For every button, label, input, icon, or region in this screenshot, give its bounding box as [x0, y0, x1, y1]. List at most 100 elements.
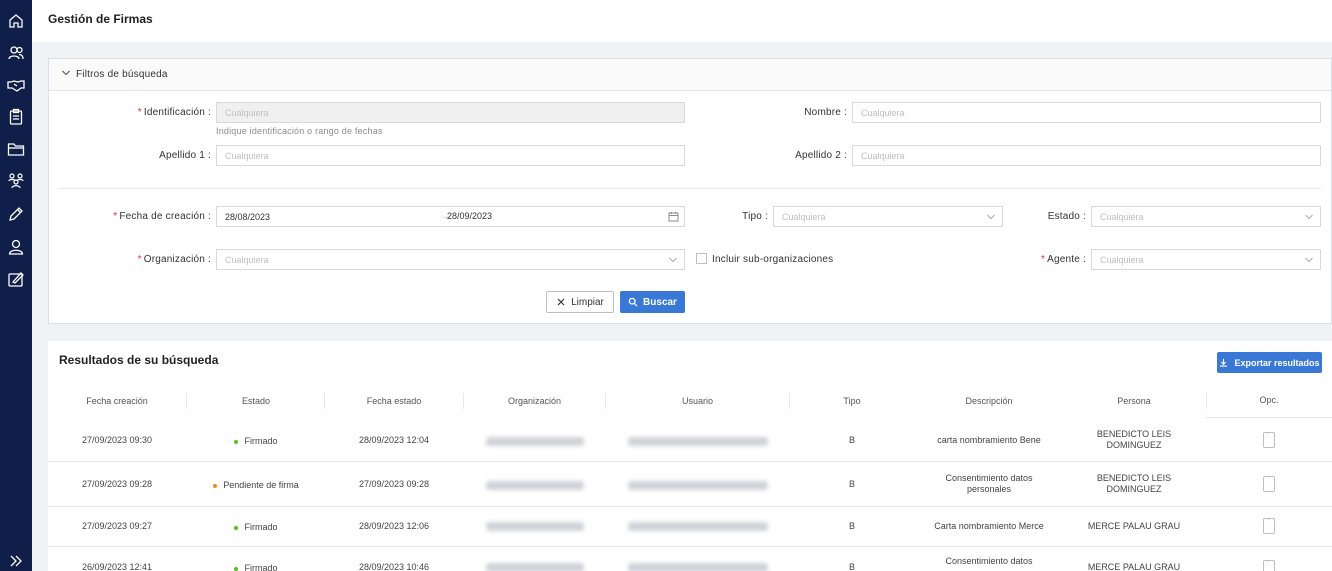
apellido2-label: Apellido 2 :	[795, 150, 847, 161]
agente-label: * Agente :	[1041, 254, 1086, 265]
signature-icon[interactable]	[6, 269, 26, 289]
handshake-icon[interactable]	[6, 75, 26, 95]
fecha-creacion-label: * Fecha de creación :	[113, 211, 211, 222]
user-icon[interactable]	[6, 237, 26, 257]
column-header-usuario[interactable]: Usuario	[615, 396, 780, 406]
cell-tipo: B	[848, 562, 855, 571]
download-icon	[1220, 358, 1228, 367]
column-separator	[789, 393, 790, 409]
search-icon	[628, 297, 638, 307]
filters-panel: Filtros de búsqueda * Identificación : Cu…	[48, 58, 1332, 324]
cell-fecha-estado: 28/09/2023 12:04	[358, 435, 430, 445]
agente-select[interactable]: Cualquiera	[1091, 249, 1321, 270]
redacted-organizacion	[486, 522, 584, 531]
status-dot	[234, 525, 239, 530]
redacted-organizacion	[486, 437, 584, 446]
redacted-organizacion	[486, 481, 584, 490]
export-button[interactable]: Exportar resultados	[1217, 352, 1322, 373]
nombre-input[interactable]: Cualquiera	[852, 102, 1321, 123]
cell-tipo: B	[848, 521, 855, 531]
apellido2-input[interactable]: Cualquiera	[852, 145, 1321, 166]
cell-descripcion: Consentimiento datos	[945, 556, 1033, 566]
status-dot	[234, 566, 239, 571]
estado-label: Estado :	[1047, 211, 1086, 222]
organizacion-label: * Organización :	[137, 254, 211, 265]
sub-organizaciones-checkbox[interactable]	[696, 253, 707, 264]
cell-fecha-estado: 27/09/2023 09:28	[358, 479, 430, 489]
search-button[interactable]: Buscar	[620, 291, 685, 313]
cell-tipo: B	[848, 479, 855, 489]
chevron-down-icon	[1305, 257, 1313, 263]
row-options-button[interactable]: ˙	[1263, 518, 1275, 534]
chevron-down-icon	[669, 257, 677, 263]
filters-header[interactable]: Filtros de búsqueda	[49, 59, 1331, 91]
table-row[interactable]: 27/09/2023 09:30 Firmado 28/09/2023 12:0…	[48, 418, 1332, 462]
chevron-down-icon	[987, 214, 995, 220]
chevron-down-icon	[62, 70, 70, 76]
identificacion-input[interactable]: Cualquiera	[216, 102, 685, 123]
team-icon[interactable]	[6, 171, 26, 191]
cell-fecha-creacion: 26/09/2023 12:41	[81, 562, 153, 571]
pen-icon[interactable]	[6, 204, 26, 224]
redacted-usuario	[628, 437, 768, 446]
sub-organizaciones-label[interactable]: Incluir sub-organizaciones	[712, 254, 833, 265]
fecha-desde[interactable]: 28/08/2023	[225, 212, 270, 222]
row-options-button[interactable]: ˙	[1263, 560, 1275, 571]
nombre-label: Nombre :	[804, 107, 847, 118]
column-header-fecha-creacion[interactable]: Fecha creación	[58, 396, 176, 406]
cell-persona: MERCE PALAU GRAU	[1087, 562, 1181, 571]
column-header-descripcion[interactable]: Descripción	[914, 396, 1064, 406]
redacted-usuario	[628, 563, 768, 571]
table-row[interactable]: 27/09/2023 09:27 Firmado 28/09/2023 12:0…	[48, 507, 1332, 547]
cell-persona: MERCE PALAU GRAU	[1087, 521, 1181, 531]
cell-persona: BENEDICTO LEIS DOMINGUEZ	[1096, 429, 1172, 450]
sidebar	[0, 0, 32, 571]
results-panel: Resultados de su búsqueda Exportar resul…	[48, 341, 1332, 571]
page-title: Gestión de Firmas	[48, 12, 153, 26]
cell-estado: Firmado	[196, 436, 316, 447]
column-separator	[605, 393, 606, 409]
home-icon[interactable]	[6, 11, 26, 31]
apellido1-input[interactable]: Cualquiera	[216, 145, 685, 166]
status-dot	[213, 483, 218, 488]
column-header-persona[interactable]: Persona	[1074, 396, 1194, 406]
cell-fecha-creacion: 27/09/2023 09:30	[81, 435, 153, 445]
fecha-hasta[interactable]: 28/09/2023	[447, 207, 567, 226]
column-header-fecha-estado[interactable]: Fecha estado	[334, 396, 454, 406]
filters-title: Filtros de búsqueda	[76, 69, 168, 80]
column-header-estado[interactable]: Estado	[196, 396, 316, 406]
redacted-usuario	[628, 481, 768, 490]
table-row[interactable]: 27/09/2023 09:28 Pendiente de firma 27/0…	[48, 462, 1332, 507]
tipo-select[interactable]: Cualquiera	[773, 206, 1003, 227]
clear-button[interactable]: Limpiar	[546, 291, 614, 313]
organizacion-select[interactable]: Cualquiera	[216, 249, 685, 270]
double-chevron-right-icon[interactable]	[6, 551, 26, 571]
tipo-label: Tipo :	[742, 211, 768, 222]
column-header-opciones: Opc.	[1259, 395, 1279, 405]
cell-fecha-creacion: 27/09/2023 09:28	[81, 479, 153, 489]
calendar-icon[interactable]	[668, 211, 679, 222]
cell-fecha-estado: 28/09/2023 10:46	[358, 562, 430, 571]
estado-select[interactable]: Cualquiera	[1091, 206, 1321, 227]
cell-estado: Pendiente de firma	[196, 480, 316, 491]
row-options-button[interactable]: ˙	[1263, 432, 1275, 448]
cell-estado: Firmado	[196, 563, 316, 571]
users-icon[interactable]	[6, 43, 26, 63]
chevron-down-icon	[1305, 214, 1313, 220]
cell-tipo: B	[848, 435, 855, 445]
cell-persona: BENEDICTO LEIS DOMINGUEZ	[1096, 473, 1172, 494]
column-separator	[463, 393, 464, 409]
row-options-button[interactable]: ˙	[1263, 476, 1275, 492]
redacted-organizacion	[486, 563, 584, 571]
cell-fecha-creacion: 27/09/2023 09:27	[81, 521, 153, 531]
column-header-tipo[interactable]: Tipo	[799, 396, 905, 406]
cell-descripcion: Carta nombramiento Merce	[934, 521, 1044, 531]
results-title: Resultados de su búsqueda	[59, 353, 219, 367]
column-separator	[324, 393, 325, 409]
column-separator	[1206, 393, 1207, 409]
column-header-organizacion[interactable]: Organización	[473, 396, 596, 406]
clipboard-icon[interactable]	[6, 107, 26, 127]
column-separator	[186, 393, 187, 409]
folder-icon[interactable]	[6, 139, 26, 159]
table-row[interactable]: 26/09/2023 12:41 Firmado 28/09/2023 10:4…	[48, 547, 1332, 571]
